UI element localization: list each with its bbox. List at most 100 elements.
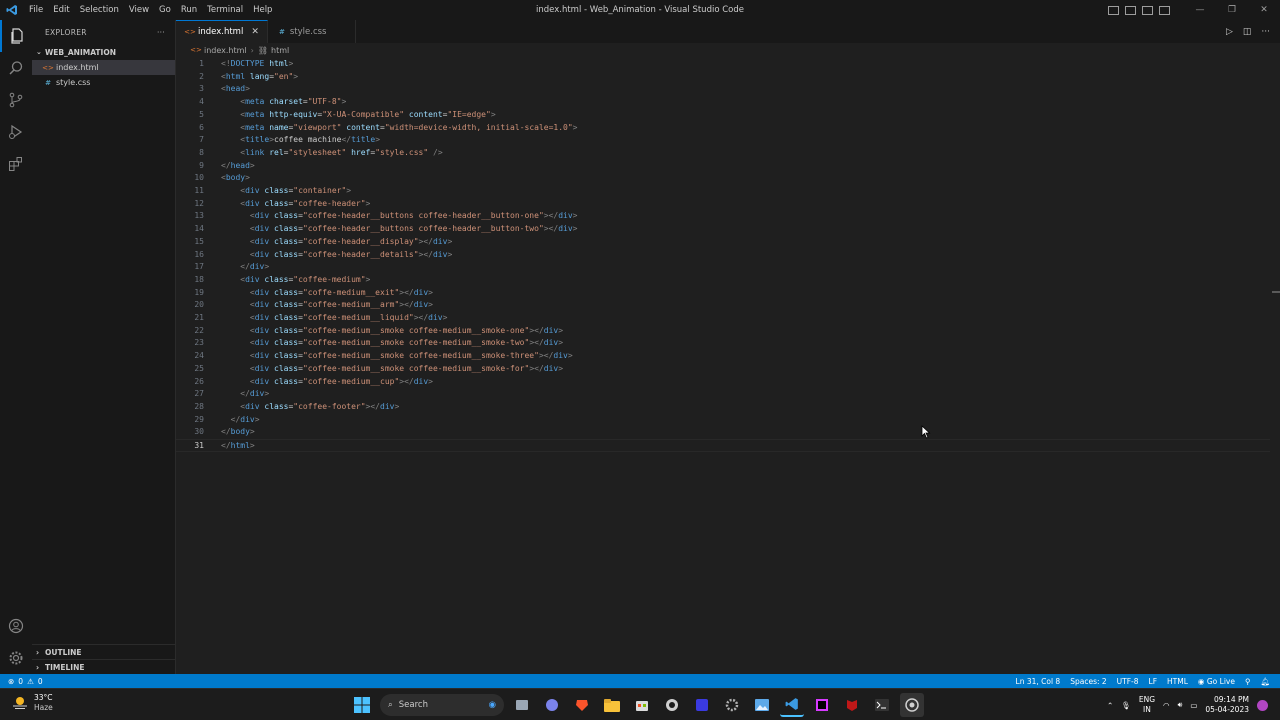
code-line[interactable]: 27 </div> [176,388,1270,401]
code-line[interactable]: 24 <div class="coffee-medium__smoke coff… [176,350,1270,363]
menu-file[interactable]: File [24,0,48,20]
code-line[interactable]: 25 <div class="coffee-medium__smoke coff… [176,363,1270,376]
extensions-icon[interactable] [0,148,32,180]
code-line[interactable]: 18 <div class="coffee-medium"> [176,274,1270,287]
code-line[interactable]: 23 <div class="coffee-medium__smoke coff… [176,337,1270,350]
menu-view[interactable]: View [124,0,154,20]
source-control-icon[interactable] [0,84,32,116]
taskbar-search[interactable]: ⌕ Search ◉ [380,694,504,716]
menu-go[interactable]: Go [154,0,176,20]
code-line[interactable]: 21 <div class="coffee-medium__liquid"></… [176,312,1270,325]
code-line[interactable]: 19 <div class="coffe-medium__exit"></div… [176,287,1270,300]
code-line[interactable]: 20 <div class="coffee-medium__arm"></div… [176,299,1270,312]
file-index-html[interactable]: <> index.html [32,60,175,75]
code-line[interactable]: 5 <meta http-equiv="X-UA-Compatible" con… [176,109,1270,122]
run-debug-icon[interactable] [0,116,32,148]
code-line[interactable]: 22 <div class="coffee-medium__smoke coff… [176,325,1270,338]
search-icon[interactable] [0,52,32,84]
wifi-icon[interactable]: ◠ [1163,701,1170,710]
close-window-button[interactable]: ✕ [1248,0,1280,20]
clock[interactable]: 09:14 PM 05-04-2023 [1205,695,1249,715]
code-line[interactable]: 13 <div class="coffee-header__buttons co… [176,210,1270,223]
cursor-position[interactable]: Ln 31, Col 8 [1016,677,1061,686]
menu-edit[interactable]: Edit [48,0,74,20]
split-editor-icon[interactable]: ◫ [1243,27,1252,37]
mcafee-icon[interactable] [840,693,864,717]
vscode-insiders-icon[interactable] [690,693,714,717]
notification-badge-icon[interactable] [1257,699,1268,711]
chrome-icon[interactable] [900,693,924,717]
teams-chat-icon[interactable] [540,693,564,717]
warning-count[interactable]: 0 [38,677,43,686]
code-line[interactable]: 16 <div class="coffee-header__details"><… [176,249,1270,262]
vscode-icon[interactable] [780,693,804,717]
code-line[interactable]: 11 <div class="container"> [176,185,1270,198]
indentation[interactable]: Spaces: 2 [1070,677,1106,686]
code-line[interactable]: 7 <title>coffee machine</title> [176,134,1270,147]
jetbrains-icon[interactable] [810,693,834,717]
battery-icon[interactable]: ▭ [1190,701,1197,710]
tab-style-css[interactable]: # style.css [268,20,356,43]
code-line[interactable]: 3 <head> [176,83,1270,96]
encoding[interactable]: UTF-8 [1117,677,1139,686]
toggle-panel-icon[interactable] [1125,5,1136,15]
toggle-sidebar-icon[interactable] [1108,5,1119,15]
outline-section[interactable]: › OUTLINE [32,644,176,659]
editor-scrollbar[interactable] [1270,57,1280,674]
brave-browser-icon[interactable] [570,693,594,717]
github-icon[interactable] [660,693,684,717]
language-indicator[interactable]: ENG IN [1139,695,1155,715]
code-line[interactable]: 1 <!DOCTYPE html> [176,58,1270,71]
restore-button[interactable]: ❐ [1216,0,1248,20]
more-actions-icon[interactable]: ··· [1261,27,1270,37]
start-button[interactable] [350,693,374,717]
code-line[interactable]: 15 <div class="coffee-header__display"><… [176,236,1270,249]
code-line[interactable]: 31 </html> [176,439,1270,452]
vscode-logo-icon[interactable] [0,0,24,20]
code-line[interactable]: 4 <meta charset="UTF-8"> [176,96,1270,109]
microsoft-store-icon[interactable] [630,693,654,717]
code-line[interactable]: 10 <body> [176,172,1270,185]
menu-selection[interactable]: Selection [75,0,124,20]
feedback-icon[interactable]: ⚲ [1245,677,1251,686]
microphone-icon[interactable]: 🎙︎ [1121,701,1131,710]
error-icon[interactable]: ⊗ [8,677,14,686]
settings-icon[interactable] [720,693,744,717]
toggle-secondary-sidebar-icon[interactable] [1142,5,1153,15]
explorer-icon[interactable] [0,20,32,52]
code-line[interactable]: 17 </div> [176,261,1270,274]
timeline-section[interactable]: › TIMELINE [32,659,176,674]
terminal-icon[interactable] [870,693,894,717]
more-actions-icon[interactable]: ··· [157,28,165,37]
file-explorer-icon[interactable] [600,693,624,717]
line-ending[interactable]: LF [1149,677,1158,686]
warning-icon[interactable]: ⚠ [27,677,34,686]
volume-icon[interactable]: 🔊︎ [1178,700,1183,710]
code-line[interactable]: 2 <html lang="en"> [176,71,1270,84]
weather-widget[interactable]: 33°C Haze [12,693,53,713]
code-line[interactable]: 9 </head> [176,160,1270,173]
breadcrumb-symbol[interactable]: html [271,46,289,55]
accounts-icon[interactable] [0,610,32,642]
code-editor[interactable]: 1 <!DOCTYPE html> 2 <html lang="en"> 3 <head>… [176,57,1280,674]
go-live-button[interactable]: ◉ Go Live [1198,677,1235,686]
menu-run[interactable]: Run [176,0,202,20]
close-tab-icon[interactable]: ✕ [251,27,259,37]
tab-index-html[interactable]: <> index.html ✕ [176,20,268,43]
breadcrumb-file[interactable]: index.html [204,46,247,55]
menu-help[interactable]: Help [248,0,277,20]
error-count[interactable]: 0 [18,677,23,686]
folder-web-animation[interactable]: ⌄ WEB_ANIMATION [32,44,175,60]
code-line[interactable]: 14 <div class="coffee-header__buttons co… [176,223,1270,236]
minimize-button[interactable]: — [1184,0,1216,20]
language-mode[interactable]: HTML [1167,677,1188,686]
code-line[interactable]: 30 </body> [176,426,1270,439]
code-line[interactable]: 26 <div class="coffee-medium__cup"></div… [176,376,1270,389]
code-line[interactable]: 28 <div class="coffee-footer"></div> [176,401,1270,414]
code-line[interactable]: 12 <div class="coffee-header"> [176,198,1270,211]
task-view-icon[interactable] [510,693,534,717]
code-line[interactable]: 29 </div> [176,414,1270,427]
chevron-up-icon[interactable]: ⌃ [1107,701,1113,710]
run-icon[interactable]: ▷ [1226,27,1233,37]
code-line[interactable]: 8 <link rel="stylesheet" href="style.css… [176,147,1270,160]
